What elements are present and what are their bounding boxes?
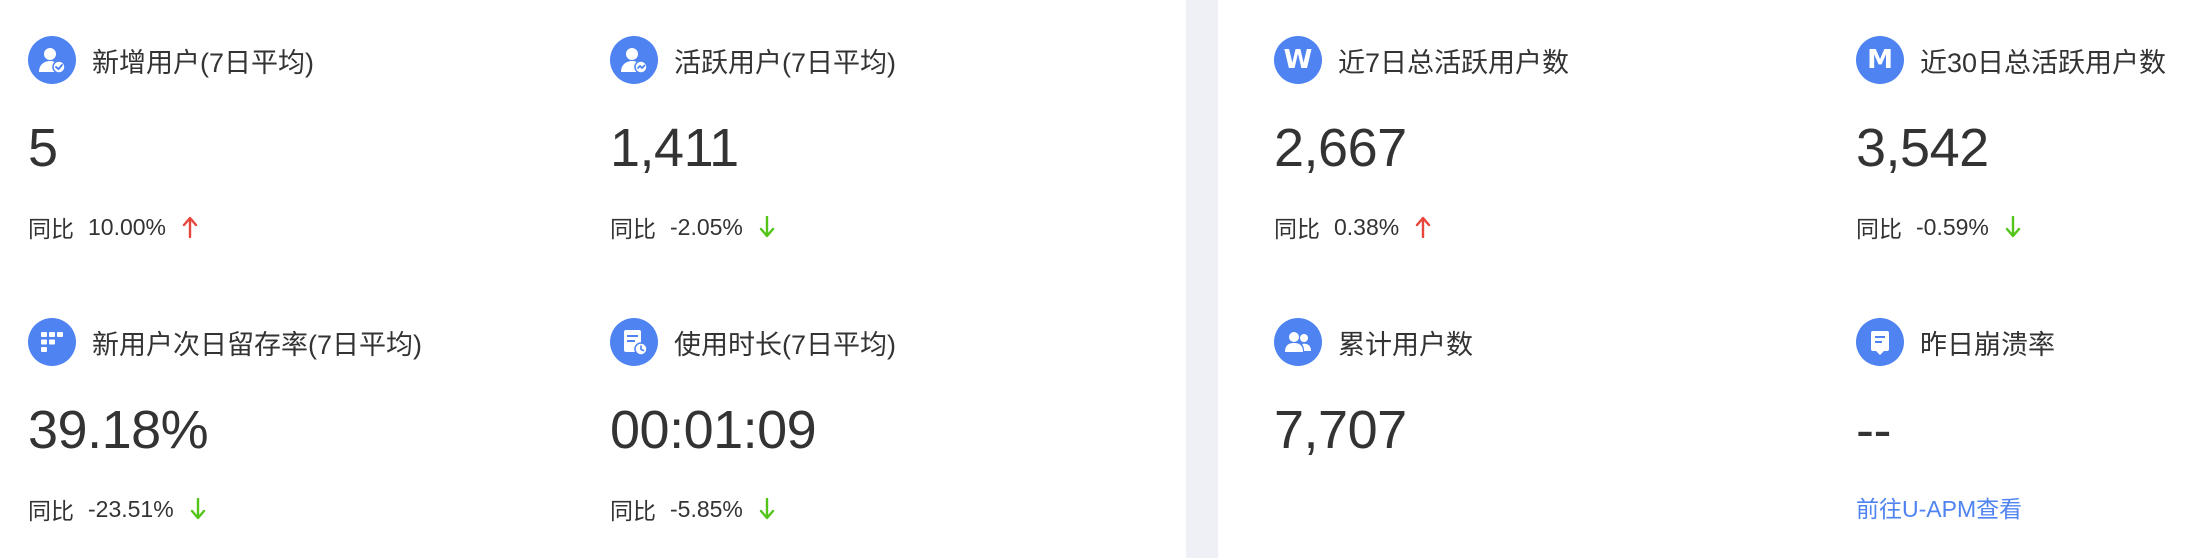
- user-add-icon: [28, 36, 76, 84]
- metric-compare: 同比 10.00%: [28, 210, 198, 244]
- metric-header: 新增用户(7日平均): [28, 36, 314, 84]
- compare-percent: -23.51%: [88, 495, 174, 522]
- metric-value: 5: [28, 118, 58, 178]
- metric-header: 使用时长(7日平均): [610, 318, 896, 366]
- metric-compare: 同比 -2.05%: [610, 210, 775, 244]
- metric-compare: 同比 -23.51%: [28, 492, 206, 526]
- arrow-up-icon: [1416, 216, 1431, 238]
- arrow-down-icon: [2005, 216, 2021, 238]
- m-letter-icon: M: [1856, 36, 1904, 84]
- metric-card-7day-active: W 近7日总活跃用户数 2,667 同比 0.38%: [1274, 0, 1834, 242]
- metric-compare: 同比 -5.85%: [610, 492, 775, 526]
- metric-compare: 同比 -0.59%: [1856, 210, 2021, 244]
- metric-card-crash-rate: 昨日崩溃率 -- 前往U-APM查看: [1856, 282, 2196, 522]
- panel-divider: [1186, 0, 1218, 558]
- arrow-up-icon: [182, 216, 198, 238]
- crash-report-icon: [1856, 318, 1904, 366]
- metric-header: M 近30日总活跃用户数: [1856, 36, 2166, 84]
- compare-label: 同比: [1274, 216, 1320, 242]
- metric-header: 累计用户数: [1274, 318, 1473, 366]
- metric-title: 近30日总活跃用户数: [1920, 47, 2167, 78]
- retention-grid-icon: [28, 318, 76, 366]
- metric-title: 活跃用户(7日平均): [674, 47, 896, 78]
- metric-header: 新用户次日留存率(7日平均): [28, 318, 422, 366]
- compare-percent: -2.05%: [670, 213, 743, 240]
- compare-label: 同比: [610, 216, 656, 242]
- w-letter-icon: W: [1274, 36, 1322, 84]
- metric-value: 2,667: [1274, 118, 1407, 178]
- right-metrics-panel: W 近7日总活跃用户数 2,667 同比 0.38% M 近30日总活跃用户数 …: [1218, 0, 2204, 558]
- compare-percent: 10.00%: [88, 213, 167, 240]
- metric-title: 使用时长(7日平均): [674, 329, 896, 360]
- compare-percent: 0.38%: [1334, 213, 1400, 240]
- metric-title: 近7日总活跃用户数: [1338, 47, 1570, 78]
- compare-label: 同比: [1856, 216, 1902, 242]
- compare-percent: -0.59%: [1916, 213, 1989, 240]
- compare-percent: -5.85%: [670, 495, 743, 522]
- metric-title: 累计用户数: [1338, 329, 1473, 360]
- metric-value: 1,411: [610, 118, 739, 178]
- metric-compare: 同比 0.38%: [1274, 210, 1431, 244]
- metric-value: 7,707: [1274, 400, 1407, 460]
- metric-title: 新用户次日留存率(7日平均): [92, 329, 422, 360]
- arrow-down-icon: [759, 498, 775, 520]
- metric-header: 昨日崩溃率: [1856, 318, 2055, 366]
- metric-card-total-users: 累计用户数 7,707: [1274, 282, 1834, 522]
- users-group-icon: [1274, 318, 1322, 366]
- metric-card-new-users: 新增用户(7日平均) 5 同比 10.00%: [28, 0, 588, 242]
- metric-card-30day-active: M 近30日总活跃用户数 3,542 同比 -0.59%: [1856, 0, 2196, 242]
- metric-header: W 近7日总活跃用户数: [1274, 36, 1569, 84]
- metric-card-retention: 新用户次日留存率(7日平均) 39.18% 同比 -23.51%: [28, 282, 588, 524]
- metric-title: 新增用户(7日平均): [92, 47, 314, 78]
- left-metrics-panel: 新增用户(7日平均) 5 同比 10.00% 活跃用户(7日平均) 1,411: [0, 0, 1186, 558]
- compare-label: 同比: [28, 216, 74, 242]
- metric-card-duration: 使用时长(7日平均) 00:01:09 同比 -5.85%: [610, 282, 1170, 524]
- arrow-down-icon: [759, 216, 775, 238]
- active-user-icon: [610, 36, 658, 84]
- metric-title: 昨日崩溃率: [1920, 329, 2055, 360]
- metric-value: 39.18%: [28, 400, 209, 460]
- compare-label: 同比: [610, 498, 656, 524]
- uapm-link[interactable]: 前往U-APM查看: [1856, 492, 2022, 526]
- arrow-down-icon: [190, 498, 205, 520]
- metric-value: 3,542: [1856, 118, 1989, 178]
- metric-value: 00:01:09: [610, 400, 817, 460]
- duration-doc-clock-icon: [610, 318, 658, 366]
- compare-label: 同比: [28, 498, 74, 524]
- metric-card-active-users: 活跃用户(7日平均) 1,411 同比 -2.05%: [610, 0, 1170, 242]
- metric-header: 活跃用户(7日平均): [610, 36, 896, 84]
- metric-value: --: [1856, 400, 1891, 460]
